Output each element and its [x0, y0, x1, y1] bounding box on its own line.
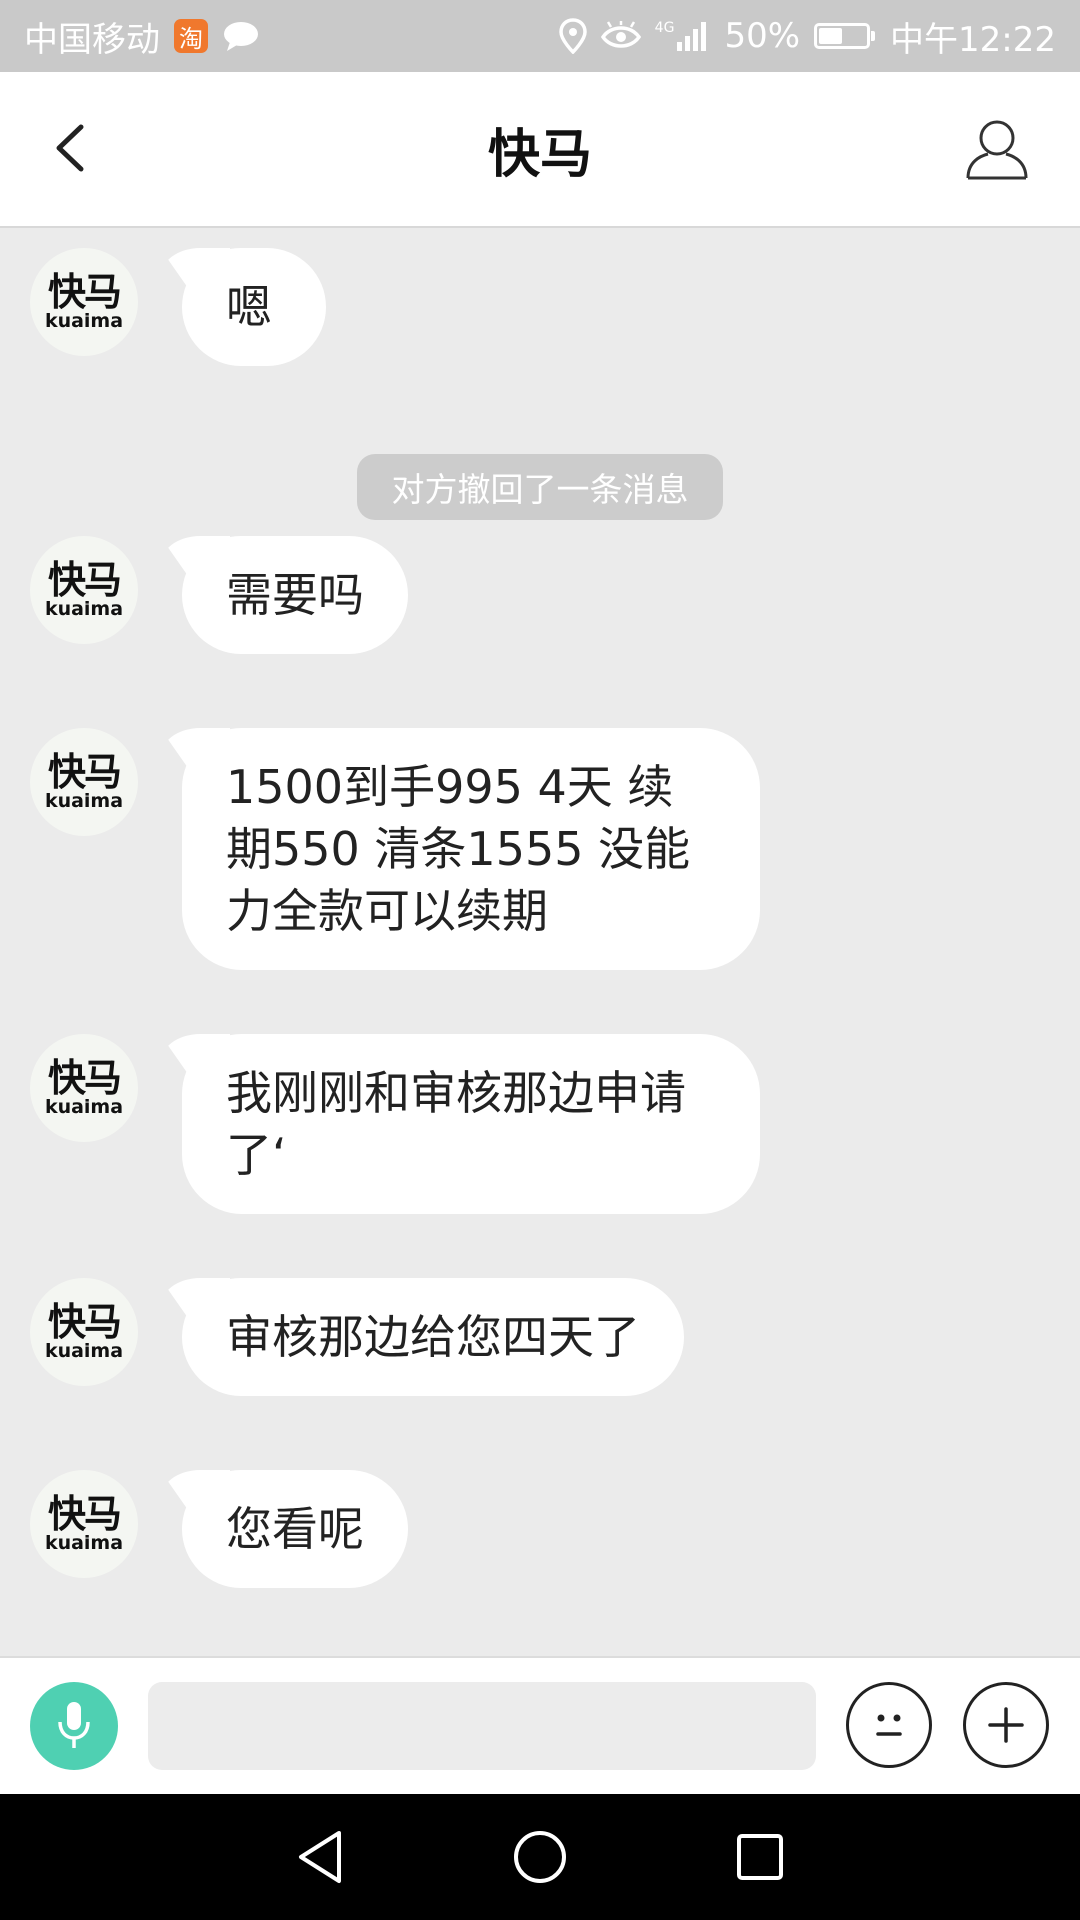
message-row: 快马 kuaima 1500到手995 4天 续期550 清条1555 没能力全…: [30, 728, 760, 970]
avatar-logo-subtext: kuaima: [44, 310, 124, 332]
network-type: 4G: [654, 20, 675, 36]
message-bubble[interactable]: 我刚刚和审核那边申请了‘: [182, 1034, 760, 1214]
avatar[interactable]: 快马 kuaima: [30, 728, 138, 836]
page-title: 快马: [487, 125, 592, 185]
message-row: 快马 kuaima 您看呢: [30, 1470, 408, 1588]
nav-back-button[interactable]: [285, 1822, 355, 1892]
more-options-button[interactable]: [963, 1682, 1049, 1768]
avatar-logo-subtext: kuaima: [44, 1340, 124, 1362]
avatar-logo-subtext: kuaima: [44, 1096, 124, 1118]
avatar-logo-text: 快马: [47, 750, 122, 794]
avatar-logo-subtext: kuaima: [44, 790, 124, 812]
battery-percent: 50%: [724, 16, 801, 56]
battery-icon: [814, 23, 876, 49]
avatar[interactable]: 快马 kuaima: [30, 536, 138, 644]
location-icon: [558, 18, 587, 54]
recall-notice: 对方撤回了一条消息: [357, 454, 723, 520]
chat-input-bar: [0, 1656, 1080, 1794]
person-icon: [966, 120, 1028, 180]
message-row: 快马 kuaima 需要吗: [30, 536, 408, 654]
chat-header: 快马: [0, 72, 1080, 228]
taobao-notification-icon: 淘: [174, 19, 208, 53]
nav-recent-apps-button[interactable]: [725, 1822, 795, 1892]
message-bubble[interactable]: 嗯: [182, 248, 326, 366]
status-bar-left: 中国移动 淘: [24, 12, 260, 61]
avatar-logo-text: 快马: [47, 1492, 122, 1536]
status-bar: 中国移动 淘 4G 50% 中午12:22: [0, 0, 1080, 72]
avatar[interactable]: 快马 kuaima: [30, 1278, 138, 1386]
avatar[interactable]: 快马 kuaima: [30, 248, 138, 356]
message-row: 快马 kuaima 审核那边给您四天了: [30, 1278, 684, 1396]
message-row: 快马 kuaima 我刚刚和审核那边申请了‘: [30, 1034, 760, 1214]
message-bubble[interactable]: 审核那边给您四天了: [182, 1278, 684, 1396]
message-bubble[interactable]: 需要吗: [182, 536, 408, 654]
carrier-name: 中国移动: [24, 19, 160, 60]
message-input[interactable]: [148, 1682, 816, 1770]
nav-home-button[interactable]: [505, 1822, 575, 1892]
avatar[interactable]: 快马 kuaima: [30, 1034, 138, 1142]
plus-icon: [988, 1707, 1024, 1743]
avatar-logo-subtext: kuaima: [44, 598, 124, 620]
triangle-back-icon: [299, 1831, 341, 1883]
message-bubble[interactable]: 1500到手995 4天 续期550 清条1555 没能力全款可以续期: [182, 728, 760, 970]
square-recent-icon: [737, 1834, 783, 1880]
circle-home-icon: [514, 1831, 566, 1883]
avatar-logo-text: 快马: [47, 558, 122, 602]
avatar-logo-text: 快马: [47, 1300, 122, 1344]
voice-input-button[interactable]: [30, 1682, 118, 1770]
emoji-icon: [876, 1714, 902, 1736]
battery-level: [819, 28, 843, 44]
system-nav-bar: [0, 1794, 1080, 1920]
contact-profile-button[interactable]: [962, 114, 1032, 184]
status-bar-right: 4G 50% 中午12:22: [558, 12, 1056, 61]
avatar-logo-text: 快马: [47, 1056, 122, 1100]
emoji-button[interactable]: [846, 1682, 932, 1768]
message-row: 快马 kuaima 嗯: [30, 248, 326, 366]
message-list[interactable]: 快马 kuaima 嗯 对方撤回了一条消息 快马 kuaima 需要吗 快马 k…: [0, 230, 1080, 1655]
microphone-icon: [58, 1702, 90, 1748]
avatar-logo-text: 快马: [47, 270, 122, 314]
clock: 中午12:22: [890, 19, 1056, 60]
eye-icon: [600, 21, 641, 51]
chat-notification-icon: [222, 20, 260, 52]
avatar-logo-subtext: kuaima: [44, 1532, 124, 1554]
message-bubble[interactable]: 您看呢: [182, 1470, 408, 1588]
avatar[interactable]: 快马 kuaima: [30, 1470, 138, 1578]
signal-icon: 4G: [655, 20, 711, 52]
